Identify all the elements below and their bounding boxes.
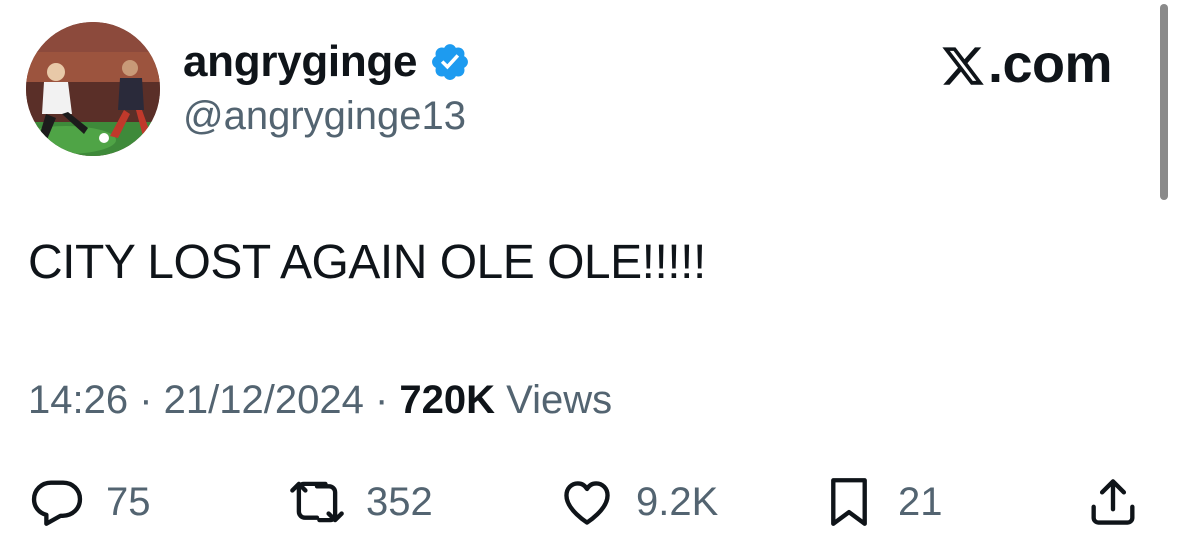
like-button[interactable]: 9.2K (558, 470, 718, 534)
author-header[interactable]: angryginge (183, 36, 471, 88)
reply-icon (28, 473, 86, 531)
views-label: Views (495, 378, 613, 422)
meta-separator: · (128, 378, 164, 422)
bookmark-button[interactable]: 21 (820, 470, 943, 534)
author-handle[interactable]: @angryginge13 (183, 92, 466, 140)
verified-badge-icon[interactable] (429, 41, 471, 83)
scrollbar[interactable] (1160, 4, 1168, 200)
meta-separator: · (363, 378, 400, 422)
bookmark-icon (820, 473, 878, 531)
heart-icon (558, 473, 616, 531)
repost-button[interactable]: 352 (288, 470, 433, 534)
repost-icon (288, 473, 346, 531)
brand-watermark: .com (940, 34, 1113, 94)
bookmark-count: 21 (898, 480, 943, 524)
repost-count: 352 (366, 480, 433, 524)
avatar[interactable] (26, 22, 160, 156)
reply-button[interactable]: 75 (28, 470, 151, 534)
brand-label: .com (988, 34, 1113, 94)
share-button[interactable] (1084, 470, 1142, 534)
tweet-text: CITY LOST AGAIN OLE OLE!!!!! (28, 236, 706, 289)
display-name[interactable]: angryginge (183, 36, 417, 88)
avatar-photo (26, 22, 160, 156)
tweet-time[interactable]: 14:26 (28, 378, 128, 422)
tweet-date[interactable]: 21/12/2024 (164, 378, 364, 422)
share-icon (1084, 473, 1142, 531)
x-logo-icon (940, 41, 986, 87)
reply-count: 75 (106, 480, 151, 524)
action-bar: 75 352 9.2K 21 (0, 470, 1179, 534)
tweet-meta: 14:26 · 21/12/2024 · 720K Views (28, 376, 612, 424)
like-count: 9.2K (636, 480, 719, 524)
views-count: 720K (399, 378, 496, 422)
